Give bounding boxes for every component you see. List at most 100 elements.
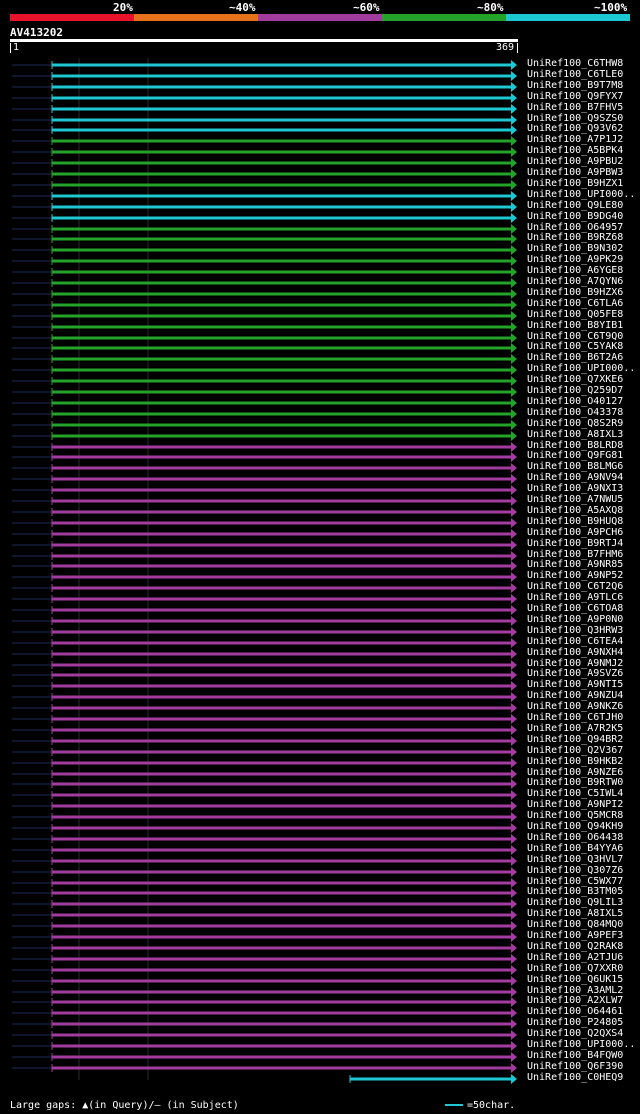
- hit-arrow: [511, 845, 517, 855]
- hit-label[interactable]: UniRef100_A9NR85: [527, 559, 623, 570]
- hit-label[interactable]: UniRef100_Q2V367: [527, 745, 623, 756]
- hit-label[interactable]: UniRef100_Q9FYX7: [527, 91, 623, 102]
- hit-label[interactable]: UniRef100_P24805: [527, 1017, 623, 1028]
- hit-label[interactable]: UniRef100_UPI000..: [527, 363, 635, 374]
- hit-arrow: [511, 104, 517, 114]
- hit-label[interactable]: UniRef100_A9NKZ6: [527, 701, 623, 712]
- hit-label[interactable]: UniRef100_Q9LE80: [527, 200, 623, 211]
- hit-label[interactable]: UniRef100_Q05FE8: [527, 309, 623, 320]
- hit-label[interactable]: UniRef100_O40127: [527, 396, 623, 407]
- hit-label[interactable]: UniRef100_Q259D7: [527, 385, 623, 396]
- hit-label[interactable]: UniRef100_A9PEF3: [527, 930, 623, 941]
- hit-label[interactable]: UniRef100_Q9LIL3: [527, 897, 623, 908]
- hit-arrow: [511, 638, 517, 648]
- hit-arrow: [511, 322, 517, 332]
- hit-label[interactable]: UniRef100_B9HZX1: [527, 178, 623, 189]
- hit-label[interactable]: UniRef100_Q94KH9: [527, 821, 623, 832]
- hit-label[interactable]: UniRef100_C5YAK8: [527, 341, 623, 352]
- hit-label[interactable]: UniRef100_B9HZX6: [527, 287, 623, 298]
- hit-label[interactable]: UniRef100_B8LMG6: [527, 461, 623, 472]
- hit-arrow: [511, 431, 517, 441]
- hit-arrow: [511, 529, 517, 539]
- hit-label[interactable]: UniRef100_Q5MCR8: [527, 810, 623, 821]
- hit-arrow: [511, 714, 517, 724]
- hit-arrow: [511, 93, 517, 103]
- hit-label[interactable]: UniRef100_A9NTI5: [527, 679, 623, 690]
- hit-label[interactable]: UniRef100_Q307Z6: [527, 865, 623, 876]
- hit-arrow: [511, 158, 517, 168]
- hit-label[interactable]: UniRef100_B9DG40: [527, 211, 623, 222]
- hit-label[interactable]: UniRef100_Q7XKE6: [527, 374, 623, 385]
- hit-label[interactable]: UniRef100_Q6UK15: [527, 974, 623, 985]
- hit-label[interactable]: UniRef100_B9HKB2: [527, 756, 623, 767]
- hit-label[interactable]: UniRef100_C6T2Q6: [527, 581, 623, 592]
- hit-label[interactable]: UniRef100_A2TJU6: [527, 952, 623, 963]
- hit-arrow: [511, 71, 517, 81]
- hit-label[interactable]: UniRef100_Q3HVL7: [527, 854, 623, 865]
- hit-arrow: [511, 779, 517, 789]
- hit-label[interactable]: UniRef100_C6TLA6: [527, 298, 623, 309]
- hit-label[interactable]: UniRef100_C0HEQ9: [527, 1072, 623, 1083]
- hit-arrow: [511, 1074, 517, 1084]
- hit-label[interactable]: UniRef100_A5BPK4: [527, 145, 623, 156]
- hit-arrow: [511, 888, 517, 898]
- hit-label[interactable]: UniRef100_B4FQW0: [527, 1050, 623, 1061]
- hit-label[interactable]: UniRef100_A9NZU4: [527, 690, 623, 701]
- hit-label[interactable]: UniRef100_UPI000..: [527, 1039, 635, 1050]
- hit-label[interactable]: UniRef100_Q84MQ0: [527, 919, 623, 930]
- hit-label[interactable]: UniRef100_A9PK29: [527, 254, 623, 265]
- hit-label[interactable]: UniRef100_O64461: [527, 1006, 623, 1017]
- hit-label[interactable]: UniRef100_C6TJH0: [527, 712, 623, 723]
- hit-label[interactable]: UniRef100_Q3HRW3: [527, 625, 623, 636]
- hit-label[interactable]: UniRef100_A9NXH4: [527, 647, 623, 658]
- hit-label[interactable]: UniRef100_B9RZ68: [527, 232, 623, 243]
- hit-arrow: [511, 1041, 517, 1051]
- hit-label[interactable]: UniRef100_Q7XXR0: [527, 963, 623, 974]
- hit-label[interactable]: UniRef100_Q2RAK8: [527, 941, 623, 952]
- hit-label[interactable]: UniRef100_Q94BR2: [527, 734, 623, 745]
- hit-label[interactable]: UniRef100_A9NXI3: [527, 483, 623, 494]
- hit-label[interactable]: UniRef100_A7QYN6: [527, 276, 623, 287]
- hit-label[interactable]: UniRef100_A8IXL3: [527, 429, 623, 440]
- hit-label[interactable]: UniRef100_Q6F390: [527, 1061, 623, 1072]
- hit-label[interactable]: UniRef100_B8YIB1: [527, 320, 623, 331]
- hit-label[interactable]: UniRef100_A9PBU2: [527, 156, 623, 167]
- hit-label[interactable]: UniRef100_A7P1J2: [527, 134, 623, 145]
- hit-label[interactable]: UniRef100_C5IWL4: [527, 788, 623, 799]
- hit-label[interactable]: UniRef100_A5AXQ8: [527, 505, 623, 516]
- hit-label[interactable]: UniRef100_Q8S2R9: [527, 418, 623, 429]
- hit-label[interactable]: UniRef100_A8IXL5: [527, 908, 623, 919]
- hit-label[interactable]: UniRef100_Q2QXS4: [527, 1028, 623, 1039]
- hit-label[interactable]: UniRef100_B9N302: [527, 243, 623, 254]
- hit-label[interactable]: UniRef100_B7FHV5: [527, 102, 623, 113]
- hit-label[interactable]: UniRef100_B3TM05: [527, 886, 623, 897]
- hit-label[interactable]: UniRef100_A9P0N0: [527, 614, 623, 625]
- hit-label[interactable]: UniRef100_A7NWU5: [527, 494, 623, 505]
- hit-arrow: [511, 747, 517, 757]
- hit-label[interactable]: UniRef100_Q9FG81: [527, 450, 623, 461]
- hit-label[interactable]: UniRef100_O43378: [527, 407, 623, 418]
- hit-label[interactable]: UniRef100_B4YYA6: [527, 843, 623, 854]
- hit-label[interactable]: UniRef100_A9SVZ6: [527, 668, 623, 679]
- hit-label[interactable]: UniRef100_Q93V62: [527, 123, 623, 134]
- hit-label[interactable]: UniRef100_A9PCH6: [527, 527, 623, 538]
- hit-label[interactable]: UniRef100_C6TEA4: [527, 636, 623, 647]
- hit-label[interactable]: UniRef100_B9RTJ4: [527, 538, 623, 549]
- hit-label[interactable]: UniRef100_B9T7M8: [527, 80, 623, 91]
- hit-label[interactable]: UniRef100_A9NV94: [527, 472, 623, 483]
- hit-label[interactable]: UniRef100_B9RTW0: [527, 777, 623, 788]
- hit-label[interactable]: UniRef100_A9NPI2: [527, 799, 623, 810]
- hit-label[interactable]: UniRef100_B9HUQ8: [527, 516, 623, 527]
- hit-label[interactable]: UniRef100_A7R2K5: [527, 723, 623, 734]
- hit-label[interactable]: UniRef100_A9NP52: [527, 570, 623, 581]
- hit-label[interactable]: UniRef100_C6TOA8: [527, 603, 623, 614]
- hit-label[interactable]: UniRef100_C6TLE0: [527, 69, 623, 80]
- hit-label[interactable]: UniRef100_A9PBW3: [527, 167, 623, 178]
- hit-label[interactable]: UniRef100_A9TLC6: [527, 592, 623, 603]
- hit-label[interactable]: UniRef100_UPI000..: [527, 189, 635, 200]
- hit-label[interactable]: UniRef100_A2XLW7: [527, 995, 623, 1006]
- hit-label[interactable]: UniRef100_O64438: [527, 832, 623, 843]
- hit-label[interactable]: UniRef100_B6T2A6: [527, 352, 623, 363]
- hit-label[interactable]: UniRef100_C6THW8: [527, 58, 623, 69]
- hit-label[interactable]: UniRef100_A6YGE8: [527, 265, 623, 276]
